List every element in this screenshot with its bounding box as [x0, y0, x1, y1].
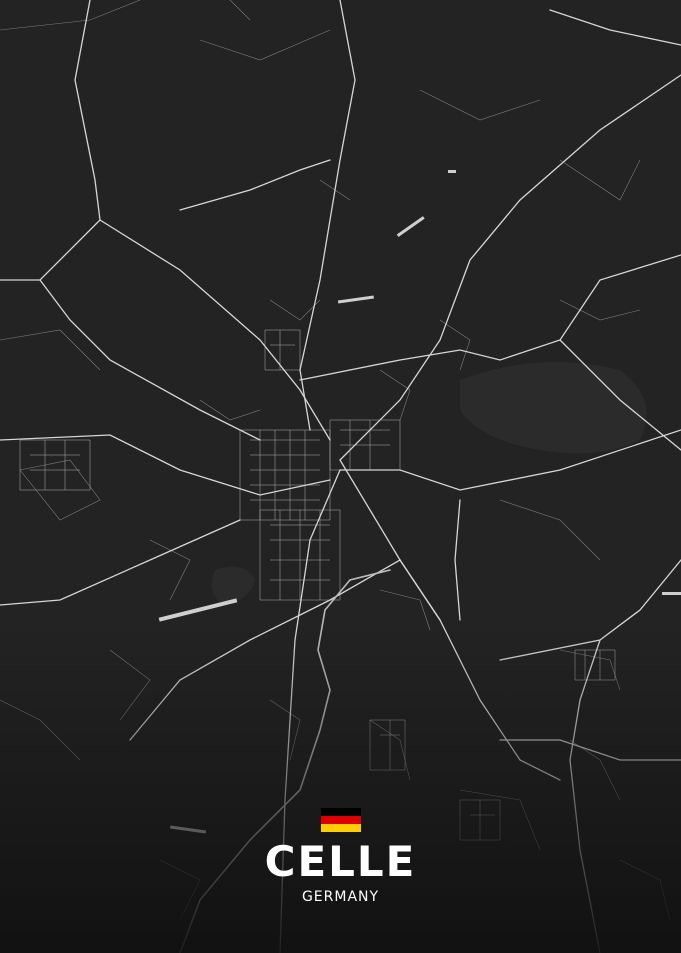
map-poster: CELLE GERMANY — [0, 0, 681, 953]
flag-stripe-red — [320, 816, 361, 824]
road — [569, 639, 601, 953]
road — [299, 0, 356, 431]
road — [339, 459, 561, 781]
road — [39, 279, 261, 441]
water-areas — [211, 362, 647, 605]
road — [549, 9, 681, 46]
country-name: GERMANY — [301, 889, 380, 905]
airfields — [158, 170, 681, 834]
road — [454, 499, 461, 621]
runway — [337, 295, 374, 304]
water-body — [460, 362, 647, 454]
runway — [662, 592, 681, 595]
minor-roads — [0, 0, 671, 921]
city-name: CELLE — [264, 837, 417, 886]
road — [499, 559, 681, 661]
road — [499, 739, 681, 761]
flag-stripe-gold — [320, 824, 361, 832]
road — [179, 159, 331, 211]
road — [0, 0, 101, 281]
road — [0, 519, 241, 606]
runway — [448, 170, 456, 173]
runway — [158, 598, 238, 622]
road — [0, 434, 331, 496]
poster-caption: CELLE GERMANY — [0, 808, 681, 906]
germany-flag-icon — [320, 808, 361, 832]
road — [299, 254, 681, 381]
flag-stripe-black — [320, 808, 361, 816]
runway — [396, 216, 425, 237]
